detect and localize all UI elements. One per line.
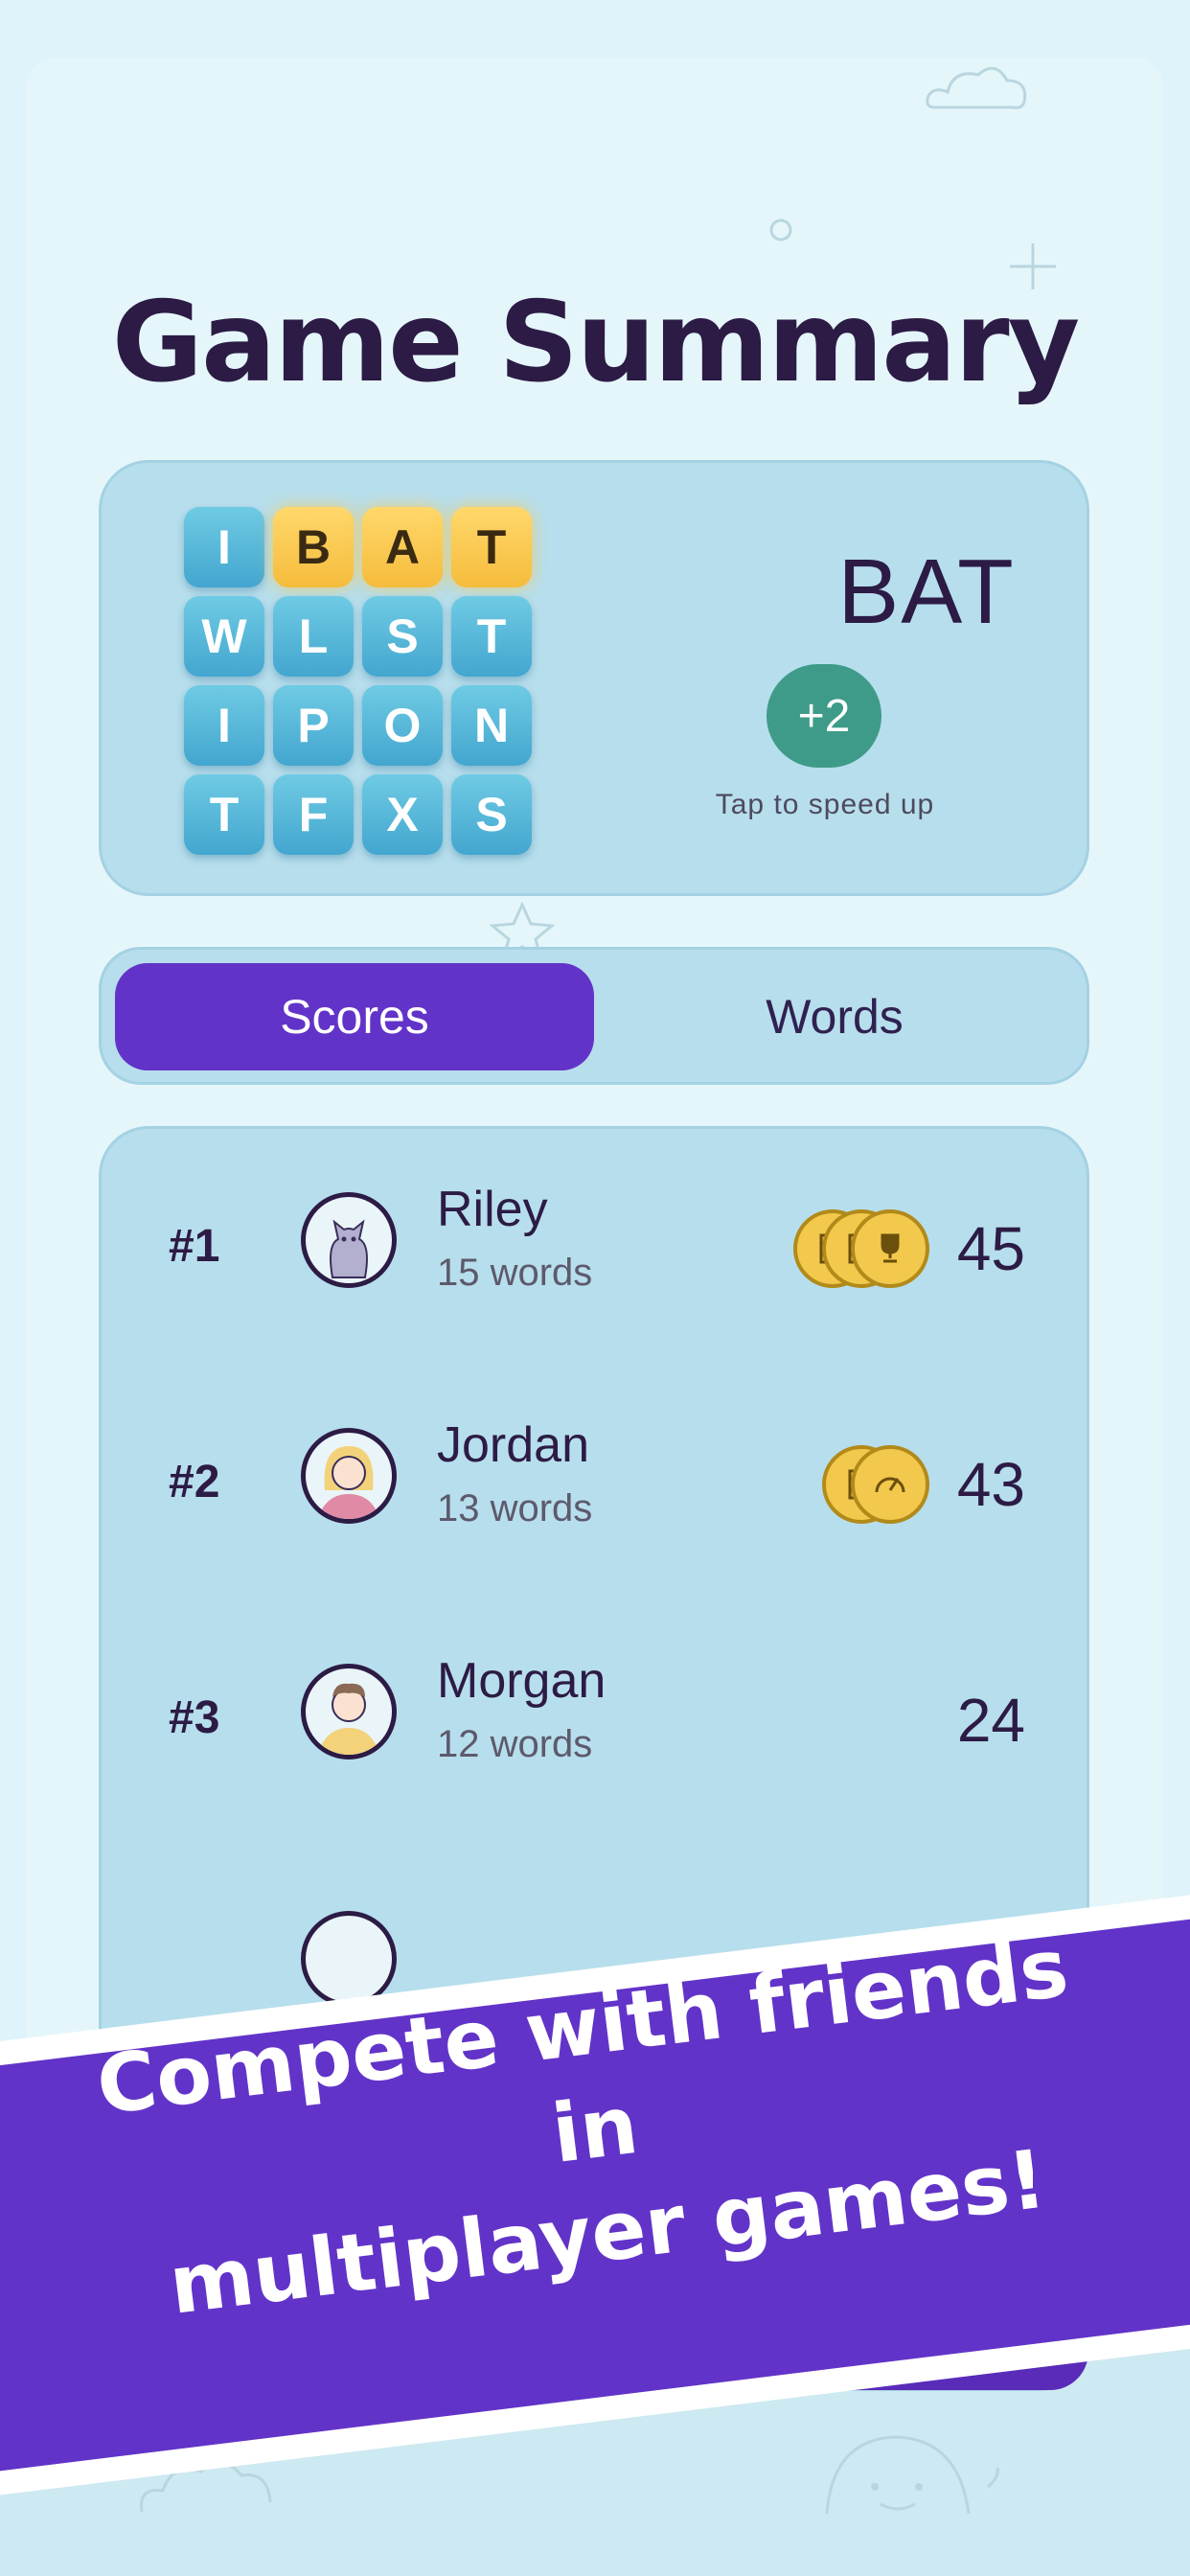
tab-scores[interactable]: Scores [115, 963, 594, 1070]
player-name: Morgan [437, 1653, 606, 1709]
letter-tile[interactable]: I [184, 507, 264, 587]
woman-avatar-icon [301, 1428, 397, 1524]
letter-tile-selected[interactable]: B [273, 507, 354, 587]
player-score: 45 [956, 1214, 1025, 1283]
current-word-card[interactable]: I B A T W L S T I P O N T F X S BAT +2 T… [99, 460, 1089, 896]
letter-tile[interactable]: F [273, 774, 354, 855]
player-score: 43 [956, 1450, 1025, 1519]
speedometer-badge-icon [851, 1445, 929, 1524]
player-score: 24 [956, 1686, 1025, 1755]
speed-up-hint: Tap to speed up [715, 789, 935, 820]
letter-tile[interactable]: P [273, 685, 354, 766]
player-rank: #1 [169, 1221, 220, 1272]
tab-bar: Scores Words [99, 947, 1089, 1085]
tab-words[interactable]: Words [595, 963, 1074, 1070]
player-name: Jordan [437, 1417, 589, 1473]
cat-avatar-icon [301, 1192, 397, 1288]
letter-tile[interactable]: N [451, 685, 532, 766]
avatar [301, 1911, 397, 2007]
player-row[interactable]: #2 Jordan 13 words 43 [102, 1403, 1087, 1556]
player-word-count: 12 words [437, 1723, 593, 1765]
letter-tile[interactable]: L [273, 596, 354, 677]
circle-doodle-icon [769, 218, 792, 242]
player-row[interactable]: #3 Morgan 12 words 24 [102, 1639, 1087, 1792]
current-word: BAT [837, 540, 1016, 643]
player-word-count: 15 words [437, 1252, 593, 1294]
letter-tile[interactable]: W [184, 596, 264, 677]
letter-tile[interactable]: T [451, 596, 532, 677]
player-row[interactable]: #1 Riley 15 words 45 [102, 1167, 1087, 1321]
letter-tile[interactable]: S [362, 596, 443, 677]
player-word-count: 13 words [437, 1487, 593, 1530]
letter-tile[interactable]: O [362, 685, 443, 766]
player-rank: #2 [169, 1457, 220, 1507]
trophy-badge-icon [851, 1209, 929, 1288]
letter-tile[interactable]: X [362, 774, 443, 855]
letter-tile-selected[interactable]: A [362, 507, 443, 587]
bonus-badge[interactable]: +2 [767, 664, 881, 768]
cloud-doodle-icon [926, 66, 1027, 109]
man-avatar-icon [301, 1664, 397, 1760]
letter-tile-selected[interactable]: T [451, 507, 532, 587]
smiley-doodle-icon [825, 2435, 999, 2515]
letter-grid: I B A T W L S T I P O N T F X S [184, 507, 532, 855]
player-rank: #3 [169, 1692, 220, 1743]
page-title: Game Summary [111, 278, 1080, 407]
letter-tile[interactable]: I [184, 685, 264, 766]
player-name: Riley [437, 1182, 548, 1237]
letter-tile[interactable]: T [184, 774, 264, 855]
letter-tile[interactable]: S [451, 774, 532, 855]
